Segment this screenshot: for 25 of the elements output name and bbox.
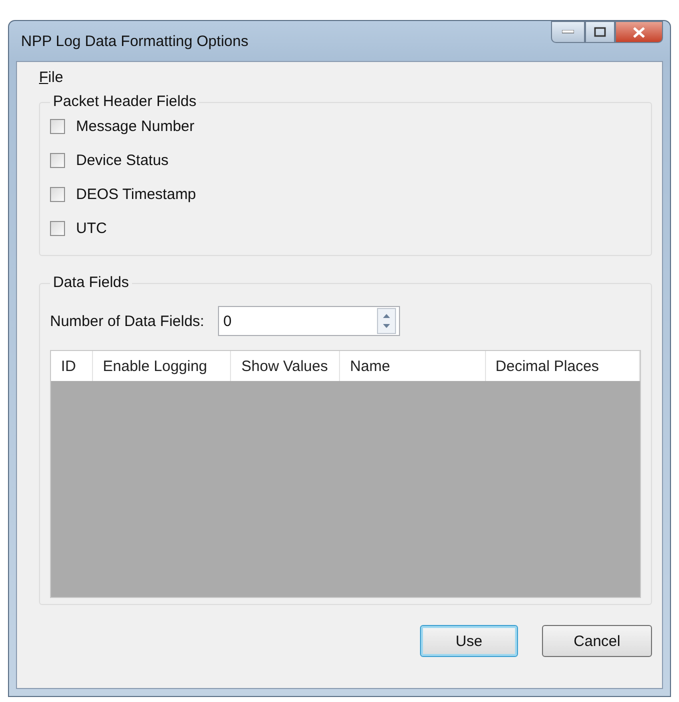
use-button[interactable]: Use bbox=[420, 625, 518, 657]
minimize-button[interactable] bbox=[551, 21, 585, 43]
minimize-icon bbox=[562, 30, 574, 34]
checkbox-label: Message Number bbox=[76, 118, 194, 134]
maximize-icon bbox=[594, 27, 606, 37]
column-header[interactable]: Enable Logging bbox=[92, 351, 232, 381]
checkbox-label: UTC bbox=[76, 220, 107, 236]
checkbox-label: Device Status bbox=[76, 152, 169, 168]
checkbox[interactable] bbox=[50, 186, 65, 202]
checkbox[interactable] bbox=[50, 152, 65, 168]
menu-item[interactable]: File bbox=[39, 68, 64, 86]
column-header[interactable]: Decimal Places bbox=[486, 351, 640, 381]
column-header[interactable]: ID bbox=[51, 351, 93, 381]
number-spinner[interactable]: 0 bbox=[218, 306, 400, 336]
checkbox[interactable] bbox=[50, 220, 65, 236]
column-header[interactable]: Name bbox=[340, 351, 486, 381]
window-title: NPP Log Data Formatting Options bbox=[20, 32, 248, 50]
maximize-button[interactable] bbox=[585, 21, 615, 43]
close-button[interactable] bbox=[615, 21, 663, 43]
cancel-button[interactable]: Cancel bbox=[542, 625, 652, 657]
close-icon bbox=[633, 26, 645, 38]
column-header[interactable]: Show Values bbox=[231, 351, 340, 381]
checkbox[interactable] bbox=[50, 118, 65, 134]
field-label: Number of Data Fields: bbox=[50, 312, 204, 330]
checkbox-label: DEOS Timestamp bbox=[76, 186, 196, 202]
